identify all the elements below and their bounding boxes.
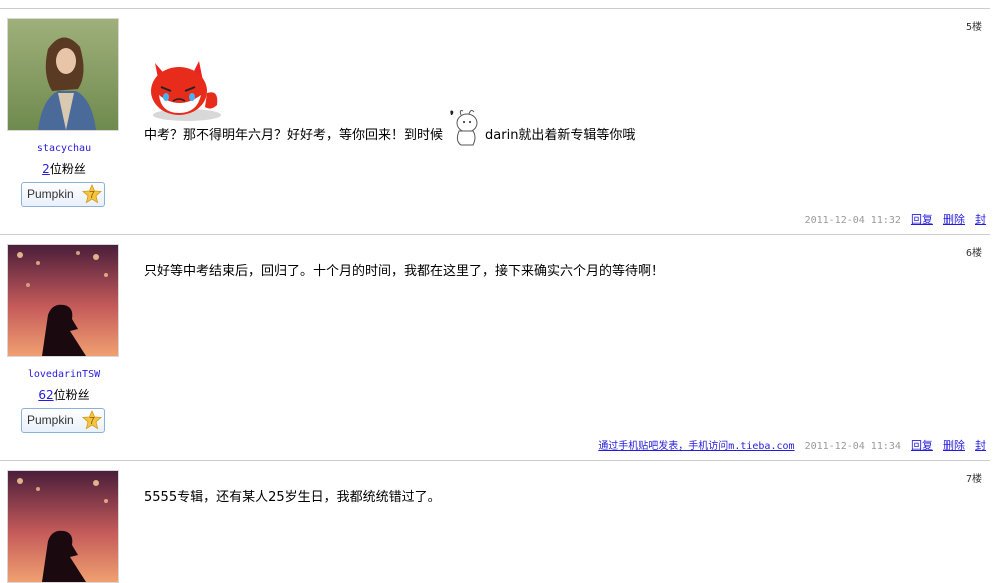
- level-star-icon: 7: [82, 410, 102, 430]
- badge-label: Pumpkin: [27, 413, 74, 427]
- fans-count-link[interactable]: 62: [38, 388, 53, 402]
- post-floor-6: lovedarinTSW 62位粉丝 Pumpkin 7 6楼 只好等中考结束后…: [0, 234, 990, 461]
- badge-level: 7: [89, 190, 95, 201]
- post-time: 2011-12-04 11:32: [804, 215, 901, 226]
- post-meta: 通过手机贴吧发表，手机访问m.tieba.com 2011-12-04 11:3…: [598, 437, 986, 453]
- mobile-tieba-link[interactable]: 通过手机贴吧发表，手机访问m.tieba.com: [598, 441, 794, 452]
- post-floor-7: 7楼 5555专辑，还有某人25岁生日，我都统统错过了。: [0, 460, 990, 583]
- user-avatar[interactable]: [7, 18, 119, 131]
- fans-count: 62位粉丝: [0, 386, 128, 403]
- reply-link[interactable]: 回复: [911, 213, 933, 226]
- post-content: 5555专辑，还有某人25岁生日，我都统统错过了。: [144, 490, 441, 505]
- floor-number: 6楼: [965, 248, 982, 259]
- floor-number: 7楼: [965, 474, 982, 485]
- fans-suffix: 位粉丝: [53, 388, 90, 402]
- post-time: 2011-12-04 11:34: [804, 441, 901, 452]
- username-link[interactable]: stacychau: [0, 143, 128, 154]
- user-avatar[interactable]: [7, 470, 119, 583]
- fans-count: 2位粉丝: [0, 160, 128, 177]
- post-content: 只好等中考结束后，回归了。十个月的时间，我都在这里了，接下来确实六个月的等待啊！: [144, 264, 665, 279]
- member-badge[interactable]: Pumpkin 7: [21, 182, 105, 207]
- post-text-part1: 中考？那不得明年六月？好好考，等你回来！到时候: [144, 128, 444, 143]
- ban-link[interactable]: 封: [975, 439, 986, 452]
- badge-level: 7: [89, 416, 95, 427]
- delete-link[interactable]: 删除: [943, 213, 965, 226]
- badge-label: Pumpkin: [27, 187, 74, 201]
- rabbit-emoticon-icon: [447, 109, 481, 147]
- ban-link[interactable]: 封: [975, 213, 986, 226]
- username-link[interactable]: lovedarinTSW: [0, 369, 128, 380]
- reply-link[interactable]: 回复: [911, 439, 933, 452]
- post-meta: 2011-12-04 11:32 回复 删除 封: [805, 211, 986, 227]
- user-avatar[interactable]: [7, 244, 119, 357]
- post-text-part2: darin就出着新专辑等你哦: [485, 128, 636, 143]
- fans-suffix: 位粉丝: [49, 162, 86, 176]
- delete-link[interactable]: 删除: [943, 439, 965, 452]
- post-floor-5: stacychau 2位粉丝 Pumpkin 7 5楼 中考？那不得明年六月？好…: [0, 8, 990, 235]
- post-content: 中考？那不得明年六月？好好考，等你回来！到时候 darin就出着新专辑等你哦: [144, 109, 635, 147]
- level-star-icon: 7: [82, 184, 102, 204]
- member-badge[interactable]: Pumpkin 7: [21, 408, 105, 433]
- floor-number: 5楼: [965, 22, 982, 33]
- fans-count-link[interactable]: 2: [42, 162, 50, 176]
